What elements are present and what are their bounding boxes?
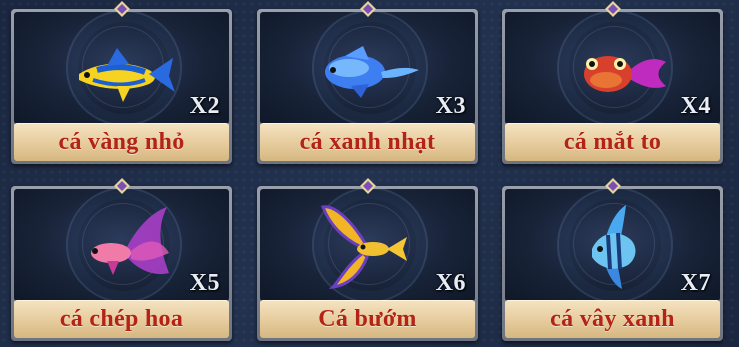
yellow-fish-icon — [78, 48, 175, 102]
big-eye-fish-icon — [583, 56, 666, 92]
multiplier-text: X3 — [435, 93, 466, 119]
gem-ornament-icon — [113, 178, 130, 194]
fish-name-label: cá chép hoa — [14, 300, 229, 338]
multiplier-text: X4 — [680, 93, 711, 119]
gem-ornament-icon — [359, 178, 376, 194]
fish-name-label: cá mắt to — [505, 123, 720, 161]
fish-card-yellow[interactable]: X2 cá vàng nhỏ — [11, 1, 232, 164]
gem-ornament-icon — [359, 1, 376, 17]
gem-ornament-icon — [604, 178, 621, 194]
fish-card-blue-fin[interactable]: X7 cá vây xanh — [502, 178, 723, 341]
fish-paytable-grid: X2 cá vàng nhỏ X3 cá xanh nhạt X4 cá mắt… — [0, 0, 739, 347]
fish-card-flower-carp[interactable]: X5 cá chép hoa — [11, 178, 232, 341]
fish-name-label: Cá bướm — [260, 300, 475, 338]
flower-carp-icon — [90, 207, 169, 275]
multiplier-text: X6 — [435, 270, 466, 296]
butterfly-fish-icon — [320, 205, 407, 290]
multiplier-text: X5 — [189, 270, 220, 296]
light-blue-fish-icon — [324, 46, 419, 98]
gem-ornament-icon — [113, 1, 130, 17]
gem-ornament-icon — [604, 1, 621, 17]
fish-card-butterfly[interactable]: X6 Cá bướm — [257, 178, 478, 341]
fish-name-label: cá vàng nhỏ — [14, 123, 229, 161]
blue-fin-fish-icon — [591, 205, 635, 289]
fish-name-label: cá vây xanh — [505, 300, 720, 338]
multiplier-text: X2 — [189, 93, 220, 119]
multiplier-text: X7 — [680, 270, 711, 296]
fish-name-label: cá xanh nhạt — [260, 123, 475, 161]
fish-card-light-blue[interactable]: X3 cá xanh nhạt — [257, 1, 478, 164]
fish-card-big-eye[interactable]: X4 cá mắt to — [502, 1, 723, 164]
